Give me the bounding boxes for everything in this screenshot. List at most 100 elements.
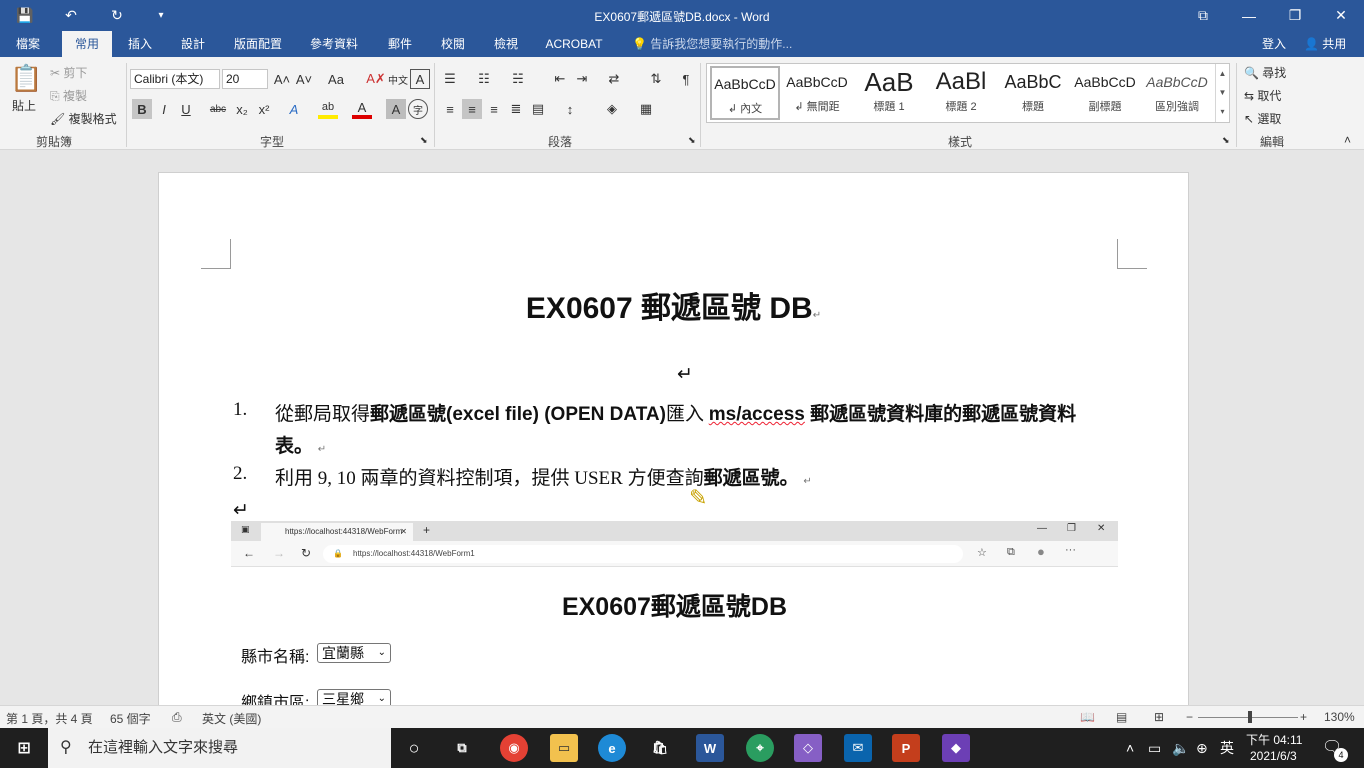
paste-label[interactable]: 貼上: [12, 97, 36, 114]
show-hidden-icons-icon[interactable]: ˄: [1126, 728, 1134, 768]
zoom-out-icon[interactable]: −: [1186, 710, 1193, 724]
close-button[interactable]: ✕: [1318, 0, 1364, 31]
tab-acrobat[interactable]: ACROBAT: [538, 31, 610, 57]
tab-references[interactable]: 參考資料: [302, 31, 366, 57]
volume-icon[interactable]: 🔈: [1172, 728, 1189, 768]
paste-icon[interactable]: 📋: [10, 63, 42, 94]
find-button[interactable]: 🔍 尋找: [1244, 64, 1286, 81]
collapse-ribbon-icon[interactable]: ˄: [1344, 133, 1351, 147]
enclose-characters-button[interactable]: 字: [408, 99, 428, 119]
strikethrough-button[interactable]: abc: [208, 99, 228, 119]
styles-dialog-launcher-icon[interactable]: ⬊: [1222, 135, 1230, 146]
document-page[interactable]: EX0607 郵遞區號 DB↵ ↵ 1. 從郵局取得郵遞區號(excel fil…: [158, 172, 1189, 705]
ime-mode-icon[interactable]: ⊕: [1196, 728, 1208, 768]
style-subtle-emphasis[interactable]: AaBbCcD 區別強調: [1142, 66, 1212, 120]
ime-language[interactable]: 英: [1220, 728, 1234, 768]
clear-formatting-button[interactable]: A✗: [366, 69, 386, 89]
show-marks-icon[interactable]: ¶: [676, 69, 696, 89]
paragraph-dialog-launcher-icon[interactable]: ⬊: [688, 135, 696, 146]
align-left-icon[interactable]: ≡: [440, 99, 460, 119]
visual-studio-icon[interactable]: ◇: [794, 734, 822, 762]
select-button[interactable]: ↖ 選取: [1244, 110, 1281, 127]
justify-icon[interactable]: ≣: [506, 99, 526, 119]
mail-icon[interactable]: ✉: [844, 734, 872, 762]
character-border-button[interactable]: A: [410, 69, 430, 89]
borders-icon[interactable]: ▦: [636, 99, 656, 119]
taskbar-search[interactable]: ⚲ 在這裡輸入文字來搜尋: [48, 728, 391, 768]
multilevel-list-icon[interactable]: ☵: [508, 69, 528, 89]
align-center-icon[interactable]: ≡: [462, 99, 482, 119]
network-icon[interactable]: ▭: [1148, 728, 1161, 768]
align-right-icon[interactable]: ≡: [484, 99, 504, 119]
copy-button[interactable]: ⎘ 複製: [50, 87, 87, 104]
tab-insert[interactable]: 插入: [118, 31, 162, 57]
character-shading-button[interactable]: A: [386, 99, 406, 119]
file-explorer-icon[interactable]: ▭: [550, 734, 578, 762]
style-subtitle[interactable]: AaBbCcD 副標題: [1070, 66, 1140, 120]
shading-icon[interactable]: ◈: [602, 99, 622, 119]
text-effects-button[interactable]: A: [284, 99, 304, 119]
share-button[interactable]: 👤 共用: [1304, 31, 1346, 57]
bullets-icon[interactable]: ☰: [440, 69, 460, 89]
tell-me-box[interactable]: 💡 告訴我您想要執行的動作...: [632, 31, 792, 57]
zoom-slider-thumb[interactable]: [1248, 711, 1252, 723]
subscript-button[interactable]: x₂: [232, 99, 252, 119]
zoom-level[interactable]: 130%: [1324, 710, 1355, 724]
style-no-spacing[interactable]: AaBbCcD ↲ 無間距: [782, 66, 852, 120]
font-size-combo[interactable]: 20: [222, 69, 268, 89]
style-heading-1[interactable]: AaB 標題 1: [854, 66, 924, 120]
powerpoint-icon[interactable]: P: [892, 734, 920, 762]
cut-button[interactable]: ✂ 剪下: [50, 64, 87, 81]
embedded-browser-screenshot[interactable]: ▣ https://localhost:44318/WebForm ✕ + — …: [231, 521, 1118, 705]
proofing-icon[interactable]: ⎙: [172, 710, 182, 725]
minimize-button[interactable]: —: [1226, 0, 1272, 31]
chrome-icon[interactable]: ◉: [500, 734, 528, 762]
style-title[interactable]: AaBbC 標題: [998, 66, 1068, 120]
distributed-icon[interactable]: ▤: [528, 99, 548, 119]
format-painter-button[interactable]: 🖌 複製格式: [50, 110, 117, 127]
italic-button[interactable]: I: [154, 99, 174, 119]
edge-icon[interactable]: e: [598, 734, 626, 762]
visual-studio-2-icon[interactable]: ◆: [942, 734, 970, 762]
superscript-button[interactable]: x²: [254, 99, 274, 119]
clock-date[interactable]: 2021/6/3: [1250, 749, 1297, 763]
zoom-in-icon[interactable]: +: [1300, 710, 1307, 724]
cortana-icon[interactable]: ○: [400, 734, 428, 762]
tab-file[interactable]: 檔案: [6, 31, 50, 57]
phonetic-guide-button[interactable]: 中文: [388, 69, 408, 89]
print-layout-icon[interactable]: ▤: [1116, 710, 1127, 724]
page-count[interactable]: 第 1 頁，共 4 頁: [6, 710, 93, 727]
web-layout-icon[interactable]: ⊞: [1154, 710, 1164, 724]
ribbon-display-options-icon[interactable]: ⧉: [1180, 0, 1226, 31]
sort-icon[interactable]: ⇅: [646, 69, 666, 89]
word-count[interactable]: 65 個字: [110, 710, 151, 727]
styles-scroll[interactable]: ▲ ▼ ▾: [1215, 64, 1229, 122]
sign-in-link[interactable]: 登入: [1262, 31, 1286, 57]
style-heading-2[interactable]: AaBl 標題 2: [926, 66, 996, 120]
bold-button[interactable]: B: [132, 99, 152, 119]
read-mode-icon[interactable]: 📖: [1080, 710, 1095, 724]
shrink-font-button[interactable]: A˅: [294, 69, 314, 89]
tab-mailings[interactable]: 郵件: [378, 31, 422, 57]
font-dialog-launcher-icon[interactable]: ⬊: [420, 135, 428, 146]
tab-design[interactable]: 設計: [171, 31, 215, 57]
decrease-indent-icon[interactable]: ⇤: [550, 69, 570, 89]
highlight-color-button[interactable]: ab: [318, 99, 338, 119]
replace-button[interactable]: ⇆ 取代: [1244, 87, 1281, 104]
grow-font-button[interactable]: A˄: [272, 69, 292, 89]
font-color-button[interactable]: A: [352, 99, 372, 119]
tab-home[interactable]: 常用: [62, 31, 112, 57]
style-normal[interactable]: AaBbCcD ↲ 內文: [710, 66, 780, 120]
numbering-icon[interactable]: ☷: [474, 69, 494, 89]
tab-review[interactable]: 校閱: [431, 31, 475, 57]
change-case-button[interactable]: Aa: [322, 69, 350, 89]
task-view-icon[interactable]: ⧉: [448, 734, 476, 762]
language-status[interactable]: 英文 (美國): [202, 710, 261, 727]
tab-layout[interactable]: 版面配置: [226, 31, 290, 57]
word-icon[interactable]: W: [696, 734, 724, 762]
store-icon[interactable]: 🛍: [646, 734, 674, 762]
font-name-combo[interactable]: Calibri (本文): [130, 69, 220, 89]
map-app-icon[interactable]: ⌖: [746, 734, 774, 762]
tab-view[interactable]: 檢視: [484, 31, 528, 57]
underline-button[interactable]: U: [176, 99, 196, 119]
